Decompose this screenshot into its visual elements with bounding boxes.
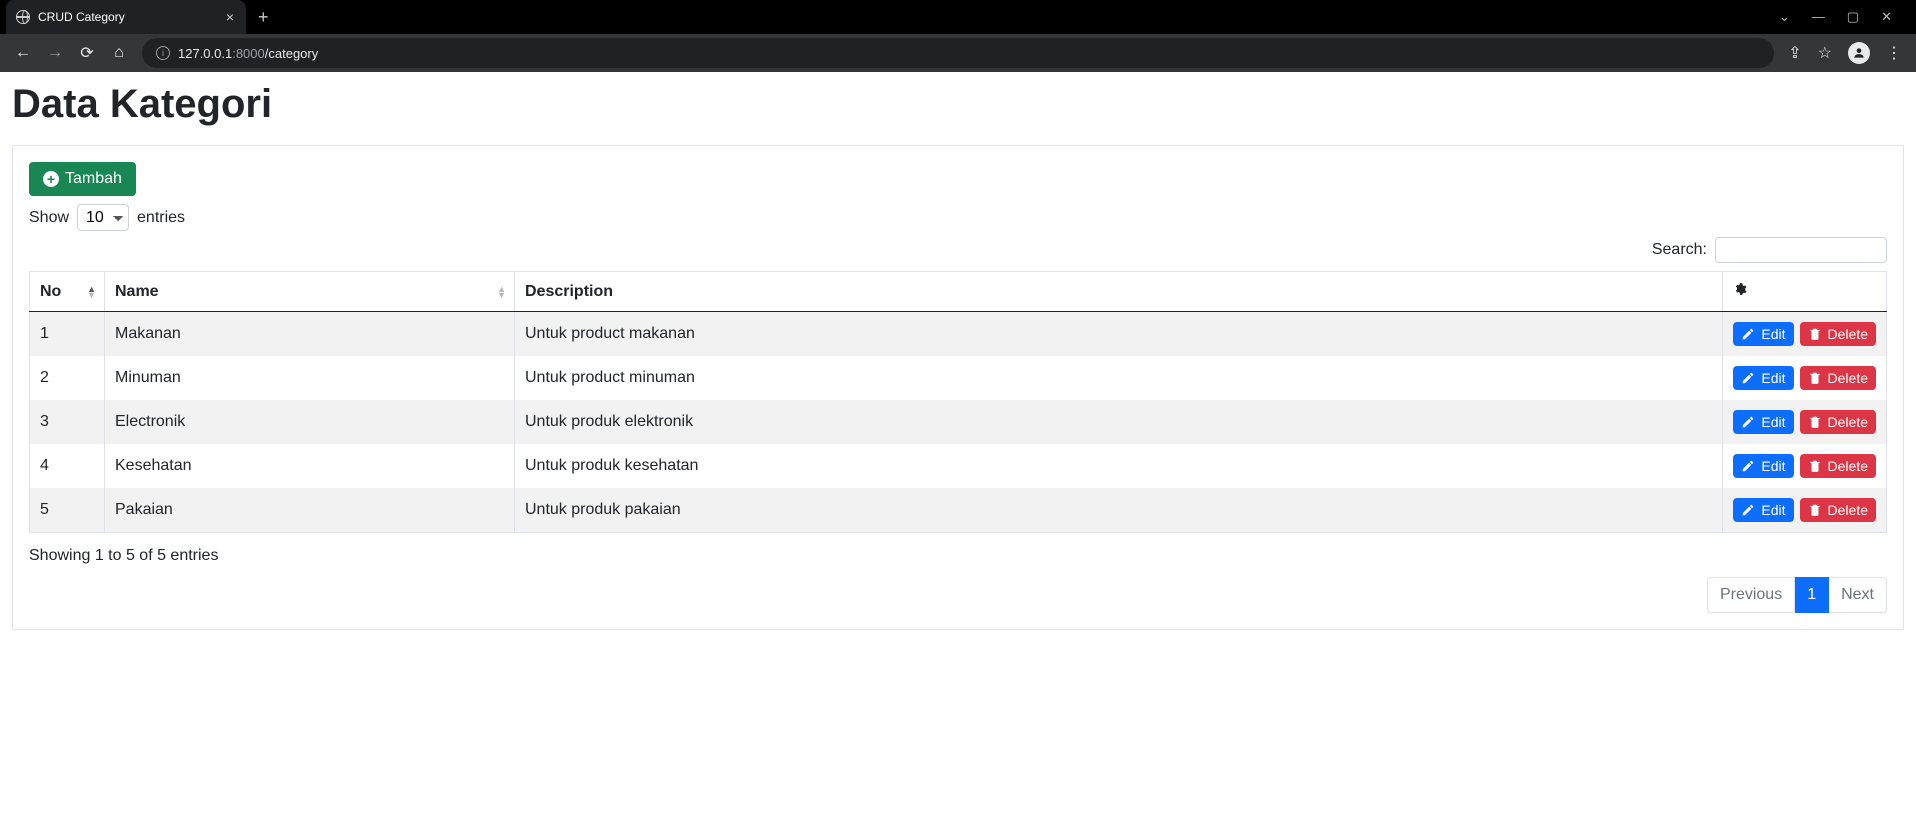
pagination-prev[interactable]: Previous: [1707, 577, 1795, 613]
chevron-down-icon[interactable]: ⌄: [1779, 9, 1790, 25]
cell-no: 4: [30, 444, 105, 488]
reload-button[interactable]: ⟳: [78, 43, 96, 63]
show-label: Show: [29, 209, 69, 227]
delete-button[interactable]: Delete: [1800, 322, 1876, 346]
gear-icon: [1733, 282, 1747, 296]
table-row: 5PakaianUntuk produk pakaian Edit Delete: [30, 488, 1887, 533]
delete-button[interactable]: Delete: [1800, 366, 1876, 390]
edit-button[interactable]: Edit: [1733, 454, 1793, 478]
globe-icon: [16, 10, 30, 24]
entries-length: Show 10 entries: [29, 204, 1887, 231]
cell-name: Minuman: [105, 356, 515, 400]
trash-icon: [1808, 327, 1822, 341]
col-no-header[interactable]: No ▲▼: [30, 272, 105, 312]
page-title: Data Kategori: [12, 82, 1904, 127]
edit-button[interactable]: Edit: [1733, 322, 1793, 346]
forward-button[interactable]: →: [46, 44, 64, 62]
card: + Tambah Show 10 entries Search: No: [12, 145, 1904, 630]
cell-description: Untuk produk kesehatan: [515, 444, 1723, 488]
edit-icon: [1741, 415, 1755, 429]
table-row: 1MakananUntuk product makanan Edit Delete: [30, 312, 1887, 357]
table-row: 4KesehatanUntuk produk kesehatan Edit Dele…: [30, 444, 1887, 488]
col-description-header[interactable]: Description: [515, 272, 1723, 312]
bookmark-icon[interactable]: ☆: [1818, 43, 1832, 63]
edit-icon: [1741, 503, 1755, 517]
add-button[interactable]: + Tambah: [29, 162, 136, 196]
edit-button[interactable]: Edit: [1733, 498, 1793, 522]
pagination-next[interactable]: Next: [1829, 577, 1887, 613]
nav-bar: ← → ⟳ ⌂ i 127.0.0.1:8000/category ⇪ ☆ ⋮: [0, 34, 1916, 72]
info-icon: i: [156, 46, 170, 60]
minimize-button[interactable]: —: [1812, 9, 1825, 25]
cell-no: 1: [30, 312, 105, 357]
cell-name: Kesehatan: [105, 444, 515, 488]
cell-actions: Edit Delete: [1723, 444, 1887, 488]
cell-no: 5: [30, 488, 105, 533]
new-tab-button[interactable]: +: [258, 7, 269, 28]
cell-actions: Edit Delete: [1723, 356, 1887, 400]
window-controls: ⌄ — ▢ ✕: [1779, 9, 1910, 25]
kebab-menu-icon[interactable]: ⋮: [1886, 43, 1902, 63]
tab-title: CRUD Category: [38, 10, 125, 24]
entries-select[interactable]: 10: [77, 204, 129, 231]
edit-icon: [1741, 459, 1755, 473]
edit-icon: [1741, 327, 1755, 341]
delete-button[interactable]: Delete: [1800, 498, 1876, 522]
cell-description: Untuk produk elektronik: [515, 400, 1723, 444]
trash-icon: [1808, 459, 1822, 473]
cell-description: Untuk product makanan: [515, 312, 1723, 357]
home-button[interactable]: ⌂: [110, 44, 128, 62]
cell-no: 3: [30, 400, 105, 444]
search-input[interactable]: [1715, 237, 1887, 263]
browser-tab[interactable]: CRUD Category ×: [6, 0, 246, 34]
sort-icon: ▲▼: [87, 286, 96, 298]
col-name-header[interactable]: Name ▲▼: [105, 272, 515, 312]
search-row: Search:: [29, 237, 1887, 263]
cell-name: Pakaian: [105, 488, 515, 533]
maximize-button[interactable]: ▢: [1847, 9, 1859, 25]
cell-description: Untuk produk pakaian: [515, 488, 1723, 533]
cell-name: Makanan: [105, 312, 515, 357]
close-window-button[interactable]: ✕: [1881, 9, 1892, 25]
search-label: Search:: [1652, 241, 1707, 259]
data-table: No ▲▼ Name ▲▼ Description 1MakananUntuk: [29, 271, 1887, 533]
close-tab-icon[interactable]: ×: [226, 9, 234, 25]
cell-actions: Edit Delete: [1723, 312, 1887, 357]
trash-icon: [1808, 415, 1822, 429]
share-icon[interactable]: ⇪: [1788, 43, 1801, 63]
add-button-label: Tambah: [65, 170, 122, 188]
table-row: 2MinumanUntuk product minuman Edit Delete: [30, 356, 1887, 400]
edit-icon: [1741, 371, 1755, 385]
edit-button[interactable]: Edit: [1733, 410, 1793, 434]
entries-label: entries: [137, 209, 185, 227]
table-row: 3ElectronikUntuk produk elektronik Edit De…: [30, 400, 1887, 444]
profile-avatar[interactable]: [1848, 42, 1870, 64]
url-port: :8000: [232, 46, 265, 61]
url-host: 127.0.0.1: [178, 46, 232, 61]
sort-icon: ▲▼: [497, 286, 506, 298]
cell-actions: Edit Delete: [1723, 400, 1887, 444]
pagination-page-1[interactable]: 1: [1795, 577, 1829, 613]
address-bar[interactable]: i 127.0.0.1:8000/category: [142, 38, 1774, 68]
page-body: Data Kategori + Tambah Show 10 entries S…: [0, 82, 1916, 650]
cell-actions: Edit Delete: [1723, 488, 1887, 533]
table-info: Showing 1 to 5 of 5 entries: [29, 547, 1887, 565]
cell-no: 2: [30, 356, 105, 400]
tab-bar: CRUD Category × + ⌄ — ▢ ✕: [0, 0, 1916, 34]
browser-chrome: CRUD Category × + ⌄ — ▢ ✕ ← → ⟳ ⌂ i 127.…: [0, 0, 1916, 72]
trash-icon: [1808, 503, 1822, 517]
url-path: /category: [265, 46, 318, 61]
cell-description: Untuk product minuman: [515, 356, 1723, 400]
user-icon: [1852, 46, 1866, 60]
delete-button[interactable]: Delete: [1800, 454, 1876, 478]
back-button[interactable]: ←: [14, 44, 32, 62]
col-action-header: [1723, 272, 1887, 312]
edit-button[interactable]: Edit: [1733, 366, 1793, 390]
pagination: Previous 1 Next: [29, 577, 1887, 613]
cell-name: Electronik: [105, 400, 515, 444]
plus-circle-icon: +: [43, 171, 59, 187]
trash-icon: [1808, 371, 1822, 385]
delete-button[interactable]: Delete: [1800, 410, 1876, 434]
